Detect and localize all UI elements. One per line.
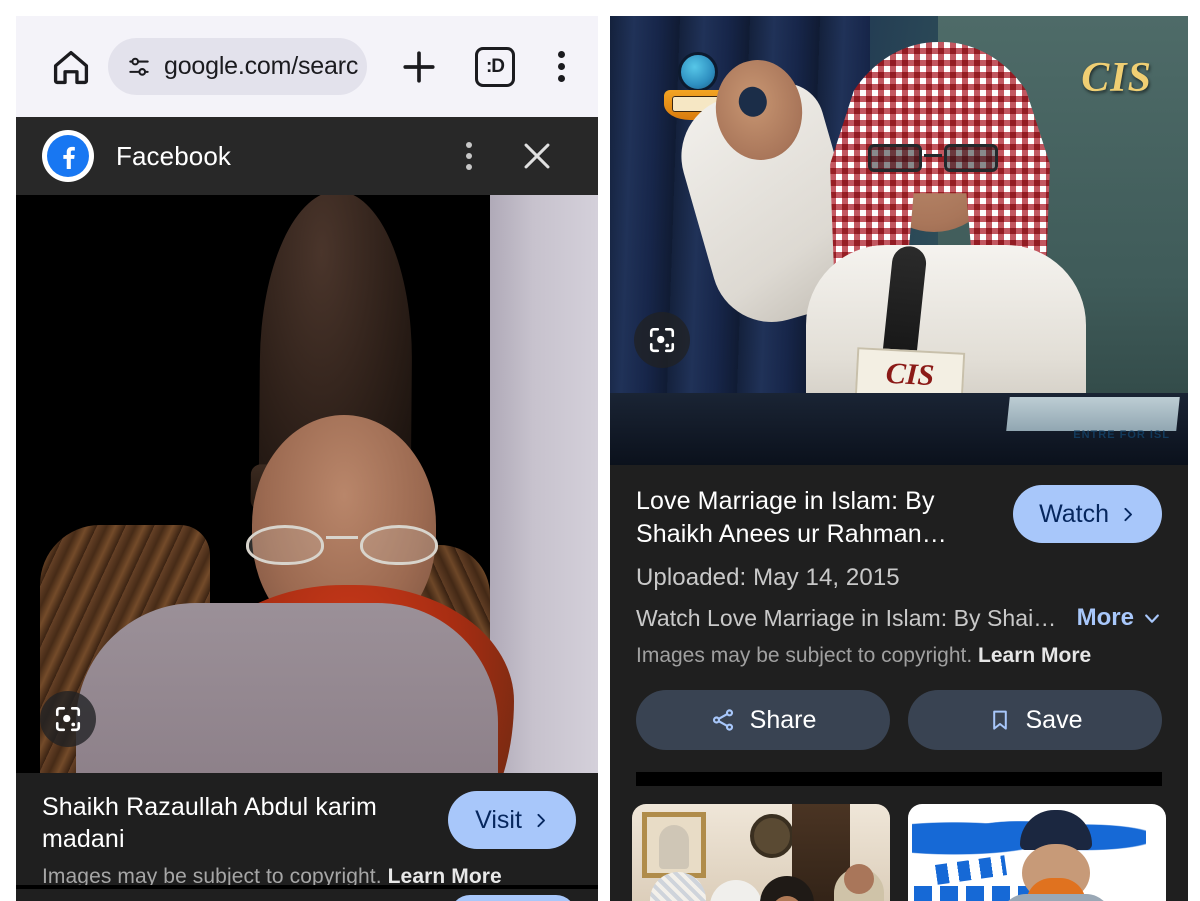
save-button[interactable]: Save [908, 690, 1162, 750]
right-copyright-note: Images may be subject to copyright. Lear… [636, 644, 1162, 668]
visit-button-label: Visit [475, 805, 522, 834]
share-button-label: Share [749, 705, 817, 734]
right-learn-more-link[interactable]: Learn More [978, 644, 1091, 667]
right-preview-image[interactable]: CIS CIS ENTRE FOR ISL [610, 16, 1188, 465]
more-button[interactable]: More [1077, 604, 1162, 632]
related-image-2[interactable] [908, 804, 1166, 901]
app-name-label: Facebook [116, 140, 231, 171]
left-next-card-peek [16, 885, 598, 901]
browser-overflow-menu-icon[interactable] [547, 51, 575, 82]
app-preview-bar: Facebook [16, 117, 598, 195]
share-button[interactable]: Share [636, 690, 890, 750]
watch-button[interactable]: Watch [1013, 485, 1162, 543]
more-button-label: More [1076, 604, 1134, 631]
google-lens-icon[interactable] [634, 312, 690, 368]
right-card-info: Love Marriage in Islam: By Shaikh Anees … [610, 465, 1188, 786]
visit-button[interactable]: Visit [448, 791, 576, 849]
podium-banner-text: ENTRE FOR ISL [1073, 429, 1170, 441]
action-buttons-row: Share Save [636, 690, 1162, 750]
facebook-logo-icon [42, 130, 94, 182]
screenshot-root: google.com/searc :D Facebook Shaikh Raza… [0, 0, 1200, 901]
section-divider [636, 772, 1162, 786]
share-icon [710, 707, 736, 733]
app-overflow-menu-icon[interactable] [456, 142, 482, 170]
new-tab-button[interactable] [393, 41, 445, 93]
omnibox[interactable]: google.com/searc [108, 38, 367, 95]
channel-logo-label: CIS [1081, 55, 1152, 101]
next-visit-button-peek[interactable] [450, 895, 576, 901]
related-image-1[interactable] [632, 804, 890, 901]
left-preview-image[interactable] [16, 195, 598, 773]
right-card-title: Love Marriage in Islam: By Shaikh Anees … [636, 487, 947, 548]
chevron-down-icon [1142, 608, 1162, 628]
chevron-right-icon [532, 812, 549, 829]
left-card-title: Shaikh Razaullah Abdul karim madani [42, 793, 377, 853]
google-lens-icon[interactable] [40, 691, 96, 747]
url-text: google.com/searc [164, 52, 359, 80]
right-copyright-text: Images may be subject to copyright. [636, 644, 973, 667]
tab-switcher-button[interactable]: :D [475, 46, 515, 87]
bookmark-icon [988, 708, 1012, 732]
browser-toolbar: google.com/searc :D [16, 16, 598, 117]
right-screenshot-panel: CIS CIS ENTRE FOR ISL Love Marriage in I… [610, 16, 1188, 901]
left-card-info: Shaikh Razaullah Abdul karim madani Visi… [16, 773, 598, 901]
watch-button-label: Watch [1039, 499, 1109, 528]
related-images-row [610, 786, 1188, 901]
left-screenshot-panel: google.com/searc :D Facebook Shaikh Raza… [16, 16, 598, 901]
save-button-label: Save [1025, 705, 1083, 734]
upload-date-label: Uploaded: May 14, 2015 [636, 564, 900, 591]
description-snippet: Watch Love Marriage in Islam: By Shaikh… [636, 604, 1065, 631]
close-icon[interactable] [520, 139, 554, 173]
chevron-right-icon [1119, 506, 1136, 523]
home-icon[interactable] [48, 44, 94, 90]
tune-icon [126, 54, 152, 80]
